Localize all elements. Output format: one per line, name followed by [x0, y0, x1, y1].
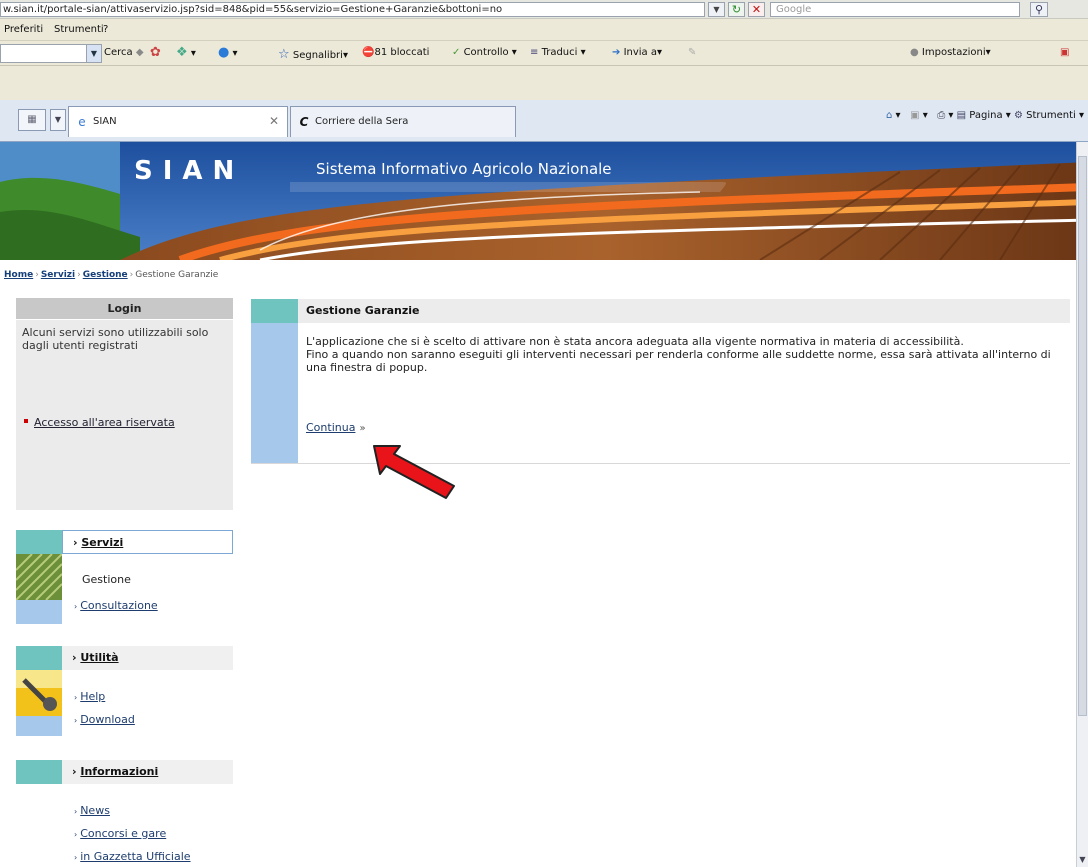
red-arrow-icon — [373, 445, 455, 499]
vertical-scrollbar[interactable]: ▼ — [1076, 142, 1088, 867]
banner: SIAN Sistema Informativo Agricolo Nazion… — [0, 142, 1088, 260]
spellcheck-button[interactable]: ✓ Controllo ▾ — [452, 47, 517, 58]
scrollbar-thumb[interactable] — [1078, 156, 1087, 716]
informazioni-item-news[interactable]: › News — [74, 804, 110, 817]
double-chevron-icon: » — [359, 423, 366, 434]
bullet-icon — [24, 419, 28, 423]
translate-button[interactable]: ≡ Traduci ▾ — [530, 47, 586, 58]
address-bar: w.sian.it/portale-sian/attivaservizio.js… — [0, 0, 1088, 19]
popup-blocked-button[interactable]: ⛔81 bloccati — [362, 47, 429, 58]
cerca-button[interactable]: Cerca ◆ — [104, 47, 144, 58]
tab-bar: ▦ ▼ e SIAN ✕ C Corriere della Sera ⌂ ▾ ▣… — [0, 100, 1088, 142]
send-button[interactable]: ➔ Invia a▾ — [612, 47, 662, 58]
settings-button[interactable]: ● Impostazioni▾ — [910, 47, 991, 58]
breadcrumb-servizi[interactable]: Servizi — [41, 270, 75, 280]
toolbar-search-combo[interactable]: ▼ — [0, 44, 102, 63]
tools-menu[interactable]: ⚙ Strumenti ▾ — [1014, 110, 1084, 121]
arrow-icon: › — [74, 693, 78, 702]
banner-subtitle: Sistema Informativo Agricolo Nazionale — [316, 160, 612, 178]
login-text: Alcuni servizi sono utilizzabili solo da… — [22, 326, 209, 352]
login-panel: Login Alcuni servizi sono utilizzabili s… — [16, 298, 233, 510]
informazioni-item-concorsi[interactable]: › Concorsi e gare — [74, 827, 166, 840]
corriere-icon: C — [299, 115, 309, 129]
search-field[interactable]: Google — [770, 2, 1020, 17]
scroll-down-icon[interactable]: ▼ — [1078, 855, 1087, 865]
arrow-icon: › — [74, 807, 78, 816]
highlight-icon[interactable]: ✎ — [688, 47, 696, 58]
menu-help[interactable]: ? — [103, 24, 108, 35]
url-field[interactable]: w.sian.it/portale-sian/attivaservizio.js… — [0, 2, 705, 17]
tools-image — [16, 670, 62, 716]
toolbar: ▼ Cerca ◆ ✿ ❖ ▾ ● ▾ ☆ Segnalibri▾ ⛔81 bl… — [0, 41, 1088, 66]
page-menu[interactable]: ▤ Pagina ▾ — [957, 110, 1011, 121]
toolbar-spacer — [0, 66, 1088, 100]
breadcrumb-gestione[interactable]: Gestione — [83, 270, 128, 280]
bookmarks-button[interactable]: ☆ Segnalibri▾ — [278, 47, 348, 62]
arrow-icon: › — [74, 602, 78, 611]
main-header: Gestione Garanzie — [251, 299, 1070, 323]
url-dropdown-icon[interactable]: ▼ — [708, 2, 725, 17]
breadcrumb-current: Gestione Garanzie — [135, 270, 219, 280]
informazioni-title[interactable]: › Informazioni — [62, 760, 233, 784]
servizi-title[interactable]: › Servizi — [62, 530, 233, 554]
servizi-item-consultazione[interactable]: › Consultazione — [74, 599, 158, 612]
utilita-item-download[interactable]: › Download — [74, 713, 135, 726]
main-teal-square — [251, 299, 298, 323]
refresh-icon[interactable]: ↻ — [728, 2, 745, 17]
tab-corriere[interactable]: C Corriere della Sera — [290, 106, 516, 137]
servizi-box: › Servizi Gestione › Consultazione — [16, 530, 233, 626]
reserved-area-link[interactable]: Accesso all'area riservata — [24, 416, 175, 429]
informazioni-item-gazzetta[interactable]: › in Gazzetta Ufficiale — [74, 850, 191, 863]
breadcrumb: Home › Servizi › Gestione › Gestione Garanzie — [4, 270, 218, 280]
servizi-teal-square — [16, 530, 62, 554]
arrow-icon: › — [74, 853, 78, 862]
main-paragraph-2: Fino a quando non saranno eseguiti gli i… — [306, 348, 1051, 374]
quick-tabs-icon[interactable]: ▦ — [18, 109, 46, 131]
messenger-icon[interactable]: ● ▾ — [218, 45, 238, 60]
home-icon[interactable]: ⌂ — [886, 110, 892, 121]
main-blue-bar — [251, 323, 298, 463]
breadcrumb-separator: › — [77, 270, 81, 280]
informazioni-box: › Informazioni › News › Concorsi e gare › i… — [16, 760, 233, 867]
breadcrumb-home[interactable]: Home — [4, 270, 33, 280]
ie-icon: e — [78, 115, 86, 129]
utilita-title[interactable]: › Utilità — [62, 646, 233, 670]
chevron-down-icon[interactable]: ▼ — [86, 45, 101, 62]
utilita-teal-square — [16, 646, 62, 670]
arrow-icon: › — [74, 830, 78, 839]
tab-sian[interactable]: e SIAN ✕ — [68, 106, 288, 137]
feeds-icon[interactable]: ▣ — [910, 110, 919, 121]
arrow-icon: › — [74, 716, 78, 725]
continue-link[interactable]: Continua» — [306, 421, 366, 434]
sian-logo-title: SIAN — [134, 156, 245, 186]
utilita-blue-bar — [16, 716, 62, 736]
informazioni-teal-square — [16, 760, 62, 784]
main-paragraph-1: L'applicazione che si è scelto di attiva… — [306, 335, 964, 348]
utilita-box: › Utilità › Help › Download — [16, 646, 233, 738]
extension-icon[interactable]: ✿ — [150, 45, 161, 60]
tab-list-icon[interactable]: ▼ — [50, 109, 66, 131]
menu-strumenti[interactable]: Strumenti — [54, 24, 104, 35]
servizi-item-gestione: Gestione — [82, 573, 131, 586]
print-icon[interactable]: ⎙ — [937, 110, 945, 121]
servizi-blue-bar — [16, 600, 62, 624]
menu-bar: Preferiti Strumenti ? — [0, 19, 1088, 41]
main-message: L'applicazione che si è scelto di attiva… — [306, 335, 1056, 374]
breadcrumb-separator: › — [35, 270, 39, 280]
page-title: Gestione Garanzie — [298, 299, 1070, 323]
command-bar: ⌂ ▾ ▣ ▾ ⎙ ▾ ▤ Pagina ▾ ⚙ Strumenti ▾ — [885, 110, 1084, 121]
menu-preferiti[interactable]: Preferiti — [4, 24, 43, 35]
stop-icon[interactable]: ✕ — [748, 2, 765, 17]
close-icon[interactable]: ✕ — [269, 107, 279, 136]
field-image — [16, 554, 62, 600]
utilita-item-help[interactable]: › Help — [74, 690, 105, 703]
toolbar-extra-icon[interactable]: ▣ — [1060, 47, 1069, 58]
login-title: Login — [16, 298, 233, 320]
search-icon[interactable]: ⚲ — [1030, 2, 1048, 17]
breadcrumb-separator: › — [129, 270, 134, 280]
puzzle-icon[interactable]: ❖ ▾ — [176, 45, 196, 60]
